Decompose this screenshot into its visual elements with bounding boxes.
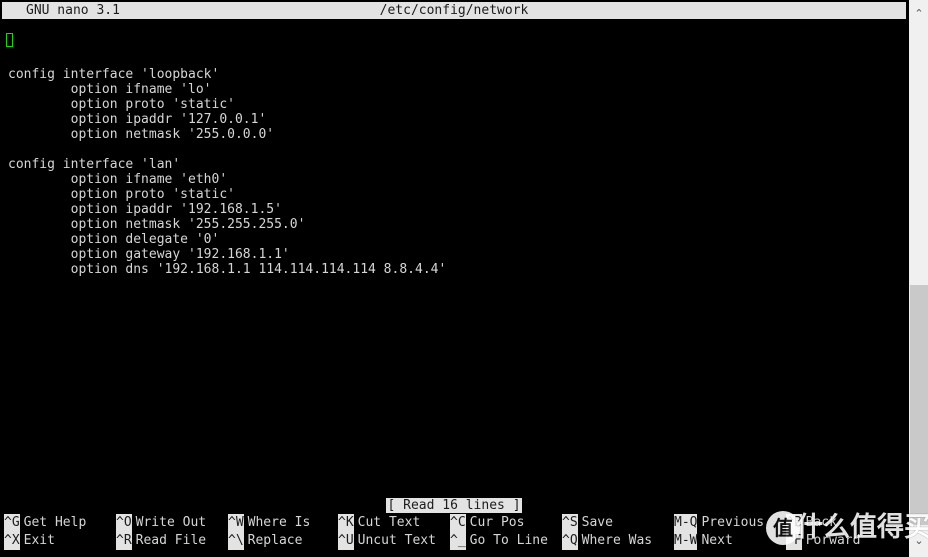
- code-line: option proto 'static': [8, 97, 235, 112]
- shortcut-read-file[interactable]: ^R Read File: [116, 532, 206, 550]
- shortcut-key: ^W: [228, 514, 244, 532]
- shortcut-label: Cut Text: [357, 515, 421, 530]
- shortcut-cut-text[interactable]: ^K Cut Text: [338, 514, 420, 532]
- code-line: option proto 'static': [8, 187, 235, 202]
- code-line: option ipaddr '192.168.1.5': [8, 202, 282, 217]
- shortcut-key: ^K: [338, 514, 354, 532]
- shortcut-write-out[interactable]: ^O Write Out: [116, 514, 206, 532]
- shortcut-label: Cur Pos: [469, 515, 525, 530]
- shortcut-forward[interactable]: ^F Forward: [786, 532, 860, 550]
- shortcut-key: ^F: [786, 532, 802, 550]
- nano-shortcut-bar: ^G Get Help ^O Write Out ^W Where Is ^K Cut Tex…: [0, 514, 908, 550]
- shortcut-where-is[interactable]: ^W Where Is: [228, 514, 310, 532]
- code-line: option gateway '192.168.1.1': [8, 247, 290, 262]
- shortcut-label: Back: [805, 515, 837, 530]
- file-path-title: /etc/config/network: [379, 3, 529, 18]
- shortcut-save[interactable]: ^S Save: [562, 514, 613, 532]
- shortcut-row-secondary: ^X Exit ^R Read File ^\ Replace ^U Uncut Text ^_…: [0, 532, 908, 550]
- shortcut-key: ^S: [562, 514, 578, 532]
- code-line: option ipaddr '127.0.0.1': [8, 112, 267, 127]
- vertical-scrollbar[interactable]: ⌃ ⌄: [908, 0, 928, 557]
- shortcut-label: Uncut Text: [357, 533, 436, 548]
- shortcut-key: ^C: [450, 514, 466, 532]
- shortcut-key: ^\: [228, 532, 244, 550]
- chevron-down-icon[interactable]: ⌄: [909, 531, 928, 551]
- shortcut-label: Write Out: [135, 515, 207, 530]
- shortcut-go-to-line[interactable]: ^_ Go To Line: [450, 532, 548, 550]
- shortcut-label: Save: [581, 515, 613, 530]
- nano-title-bar: GNU nano 3.1 /etc/config/network: [2, 2, 906, 19]
- shortcut-key: M-W: [674, 532, 698, 550]
- shortcut-previous[interactable]: M-Q Previous: [674, 514, 764, 532]
- editor-text-area[interactable]: config interface 'loopback' option ifnam…: [0, 22, 908, 492]
- shortcut-key: ^X: [4, 532, 20, 550]
- status-message-bar: [ Read 16 lines ]: [0, 498, 908, 513]
- shortcut-label: Where Was: [581, 533, 653, 548]
- shortcut-key: ^_: [450, 532, 466, 550]
- code-line: option dns '192.168.1.1 114.114.114.114 …: [8, 262, 447, 277]
- code-line: config interface 'lan': [8, 157, 181, 172]
- shortcut-cur-pos[interactable]: ^C Cur Pos: [450, 514, 524, 532]
- code-lines: config interface 'loopback' option ifnam…: [0, 52, 908, 277]
- shortcut-key: ^Q: [562, 532, 578, 550]
- shortcut-label: Get Help: [23, 515, 87, 530]
- shortcut-label: Previous: [701, 515, 765, 530]
- shortcut-next[interactable]: M-W Next: [674, 532, 733, 550]
- shortcut-exit[interactable]: ^X Exit: [4, 532, 55, 550]
- shortcut-row-primary: ^G Get Help ^O Write Out ^W Where Is ^K Cut Tex…: [0, 514, 908, 532]
- shortcut-back[interactable]: ^B Back: [786, 514, 837, 532]
- shortcut-key: ^B: [786, 514, 802, 532]
- text-cursor-block: [6, 33, 13, 47]
- code-line: option netmask '255.0.0.0': [8, 127, 275, 142]
- code-line: option netmask '255.255.255.0': [8, 217, 306, 232]
- shortcut-key: ^U: [338, 532, 354, 550]
- shortcut-where-was[interactable]: ^Q Where Was: [562, 532, 652, 550]
- shortcut-label: Where Is: [247, 515, 311, 530]
- shortcut-label: Forward: [805, 533, 861, 548]
- shortcut-uncut-text[interactable]: ^U Uncut Text: [338, 532, 436, 550]
- code-line: config interface 'loopback': [8, 67, 220, 82]
- shortcut-replace[interactable]: ^\ Replace: [228, 532, 302, 550]
- scrollbar-thumb[interactable]: [910, 285, 928, 525]
- shortcut-label: Replace: [247, 533, 303, 548]
- status-message: [ Read 16 lines ]: [386, 498, 522, 513]
- shortcut-get-help[interactable]: ^G Get Help: [4, 514, 86, 532]
- shortcut-key: ^G: [4, 514, 20, 532]
- code-line: option delegate '0': [8, 232, 220, 247]
- shortcut-key: ^R: [116, 532, 132, 550]
- shortcut-label: Go To Line: [469, 533, 548, 548]
- code-line: option ifname 'eth0': [8, 172, 228, 187]
- chevron-up-icon[interactable]: ⌃: [909, 4, 928, 24]
- shortcut-label: Next: [701, 533, 733, 548]
- shortcut-label: Exit: [23, 533, 55, 548]
- shortcut-key: ^O: [116, 514, 132, 532]
- shortcut-key: M-Q: [674, 514, 698, 532]
- code-line: option ifname 'lo': [8, 82, 212, 97]
- terminal-window: GNU nano 3.1 /etc/config/network config …: [0, 0, 908, 557]
- shortcut-label: Read File: [135, 533, 207, 548]
